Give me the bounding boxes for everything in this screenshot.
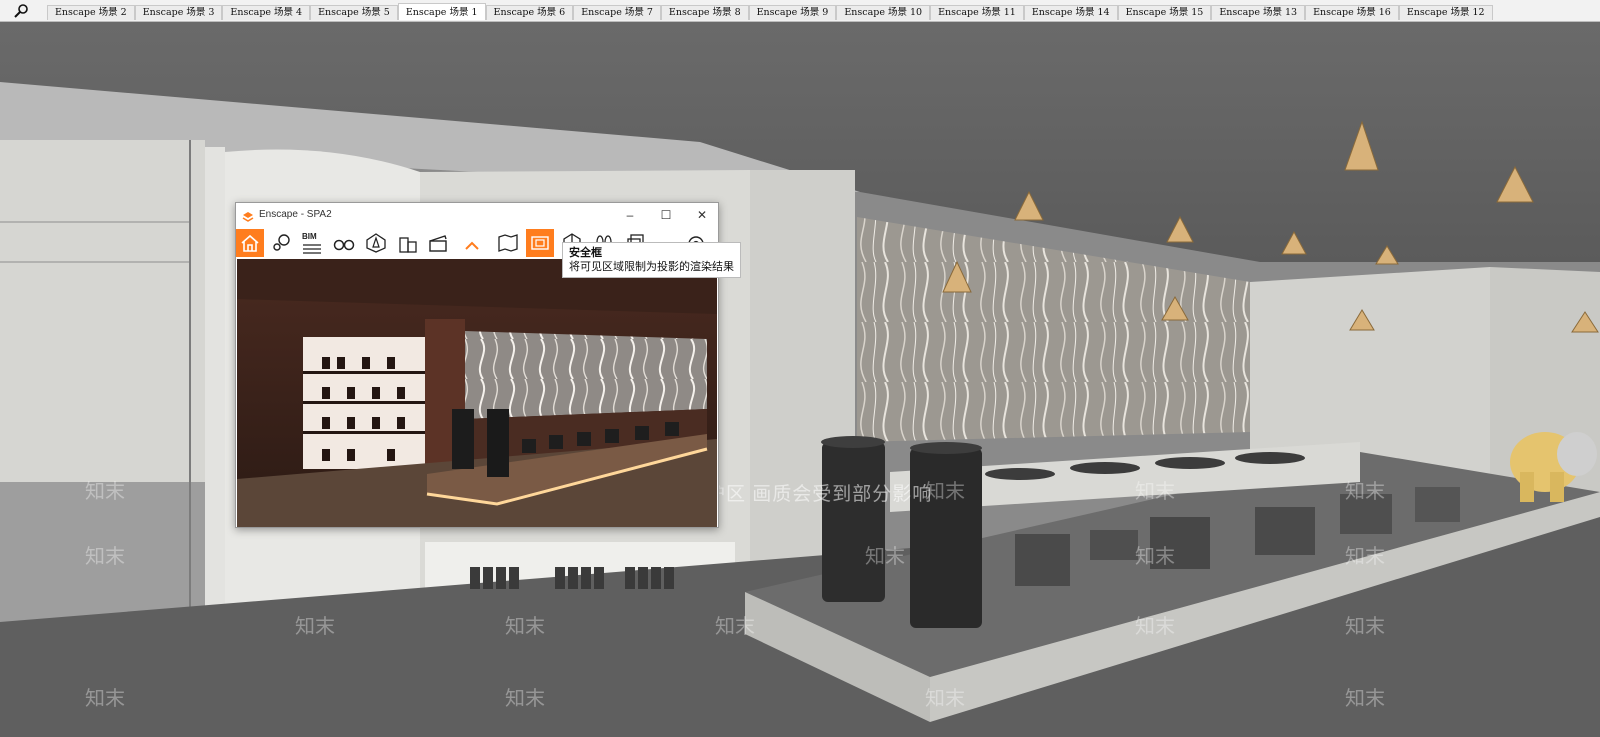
scene-tabs: Enscape 场景 2 Enscape 场景 3 Enscape 场景 4 Ensc… [47,3,1493,22]
watermark-brand: 知末 [1345,616,1385,638]
enscape-titlebar[interactable]: Enscape - SPA2 – ☐ ✕ [236,203,718,227]
scene-tab[interactable]: Enscape 场景 14 [1023,5,1118,20]
map-pin-icon[interactable] [268,229,296,257]
scene-tab[interactable]: Enscape 场景 13 [1211,5,1306,20]
watermark-brand: 知末 [1345,688,1385,710]
scene-tab[interactable]: Enscape 场景 11 [930,5,1024,20]
scene-tab-bar: Enscape 场景 2 Enscape 场景 3 Enscape 场景 4 Ensc… [0,0,1600,22]
home-icon[interactable] [236,229,264,257]
watermark-brand: 知末 [505,688,545,710]
watermark-brand: 知末 [295,616,335,638]
watermark-brand: 知末 [1135,546,1175,568]
tooltip-body: 将可见区域限制为投影的渲染结果 [569,261,734,273]
render-image [237,259,717,527]
watermark-brand: 知末 [505,616,545,638]
watermark-brand: 知末 [865,546,905,568]
watermark-brand: 知末 [85,546,125,568]
scene-tab[interactable]: Enscape 场景 2 [47,5,135,20]
watermark-brand: 知末 [925,481,965,503]
scene-tab[interactable]: Enscape 场景 15 [1117,5,1212,20]
scene-tab[interactable]: Enscape 场景 10 [836,5,931,20]
chevron-up-icon[interactable] [458,229,486,257]
scene-tab[interactable]: Enscape 场景 7 [573,5,661,20]
enscape-logo-icon [242,209,254,222]
search-icon[interactable] [13,3,29,19]
safe-frame-tooltip: 安全框 将可见区域限制为投影的渲染结果 [562,242,741,278]
watermark-brand: 知末 [1345,481,1385,503]
scene-tab[interactable]: Enscape 场景 16 [1305,5,1399,20]
watermark-brand: 知末 [715,616,755,638]
watermark-brand: 知末 [925,688,965,710]
watermark-brand: 知末 [1135,616,1175,638]
safe-frame-icon[interactable] [526,229,554,257]
scene-tab[interactable]: Enscape 场景 8 [660,5,749,20]
scene-tab[interactable]: Enscape 场景 1 [397,3,486,20]
watermark-brand: 知末 [1345,546,1385,568]
scene-tab[interactable]: Enscape 场景 4 [222,5,311,20]
minimize-button[interactable]: – [612,203,648,227]
watermark-brand: 知末 [85,481,125,503]
tooltip-title: 安全框 [569,247,602,259]
scene-tab[interactable]: Enscape 场景 5 [310,5,398,20]
scene-tab[interactable]: Enscape 场景 9 [748,5,837,20]
watermark-brand: 知末 [1135,481,1175,503]
close-button[interactable]: ✕ [684,203,720,227]
map-icon[interactable] [494,229,522,257]
scene-tab[interactable]: Enscape 场景 6 [485,5,574,20]
binoculars-icon[interactable] [330,229,358,257]
watermark-brand: 知末 [85,688,125,710]
clapper-icon[interactable] [424,229,452,257]
scene-tab[interactable]: Enscape 场景 3 [134,5,223,20]
maximize-button[interactable]: ☐ [648,203,684,227]
window-title: Enscape - SPA2 [259,209,332,220]
compass-icon[interactable] [362,229,390,257]
render-preview[interactable] [237,259,717,527]
scene-tab[interactable]: Enscape 场景 12 [1398,5,1493,20]
bim-icon[interactable]: BIM [298,229,326,257]
buildings-icon[interactable] [394,229,422,257]
